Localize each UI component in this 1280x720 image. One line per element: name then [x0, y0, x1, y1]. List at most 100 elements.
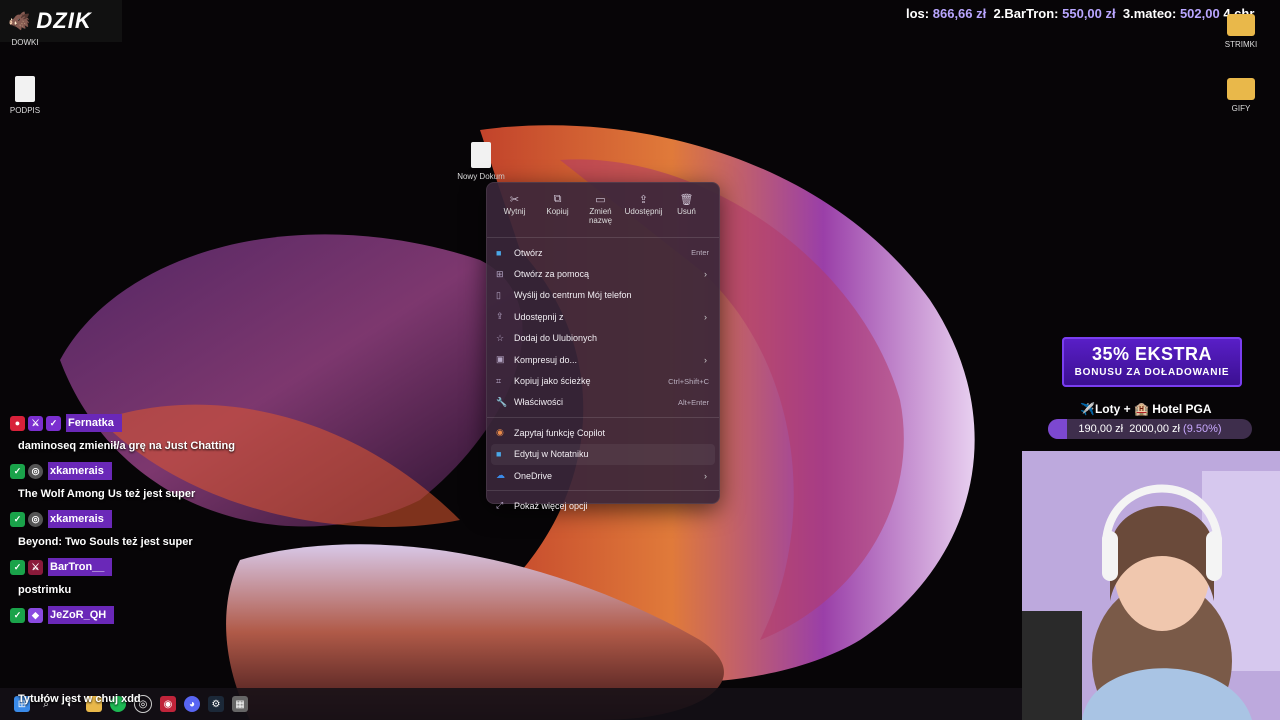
- chat-username[interactable]: xkamerais: [48, 510, 112, 528]
- cloud-icon: ☁: [496, 470, 505, 481]
- menu-item-add-favorites[interactable]: ☆ Dodaj do Ulubionych: [487, 328, 719, 349]
- menu-shortcut: Ctrl+Shift+C: [668, 376, 709, 386]
- check-badge-icon: ✓: [10, 511, 25, 527]
- chat-user-row: ✓ ⚔ BarTron__: [0, 556, 300, 578]
- context-menu: ✂ Wytnij ⧉ Kopiuj ▭ Zmień nazwę ⇪ Udostępnij…: [486, 182, 720, 511]
- menu-item-edit-notepad[interactable]: ■ Edytuj w Notatniku: [491, 443, 715, 465]
- context-menu-actions: ✂ Wytnij ⧉ Kopiuj ▭ Zmień nazwę ⇪ Udostępnij…: [487, 183, 719, 233]
- chat-user-row: ✓ ◎ xkamerais: [0, 508, 300, 530]
- copy-icon: ⧉: [553, 193, 562, 205]
- action-label: Wytnij: [503, 207, 526, 216]
- copilot-icon: ◉: [496, 427, 504, 438]
- share-icon: ⇪: [496, 311, 504, 322]
- menu-item-properties[interactable]: 🔧 Właściwości Alt+Enter: [487, 392, 719, 413]
- recorder-icon[interactable]: ◉: [160, 696, 176, 712]
- notepad-icon: ■: [496, 247, 502, 258]
- streamer-silhouette: [1022, 451, 1280, 720]
- boar-icon: 🐗: [8, 10, 31, 31]
- rename-button[interactable]: ▭ Zmień nazwę: [579, 189, 622, 233]
- rename-icon: ▭: [595, 194, 606, 206]
- document-icon: [471, 142, 491, 168]
- chat-username[interactable]: Fernatka: [66, 414, 122, 432]
- menu-item-label: OneDrive: [514, 470, 553, 481]
- check-badge-icon: ✓: [46, 415, 61, 431]
- menu-item-copilot[interactable]: ◉ Zapytaj funkcję Copilot: [487, 422, 719, 443]
- menu-item-send-to-phone[interactable]: ▯ Wyślij do centrum Mój telefon: [487, 285, 719, 306]
- phone-icon: ▯: [496, 289, 501, 300]
- chevron-right-icon: ›: [704, 470, 707, 481]
- menu-item-label: Pokaż więcej opcji: [514, 500, 588, 511]
- check-badge-icon: ✓: [10, 607, 25, 623]
- channel-logo: 🐗 DZIK: [0, 0, 122, 42]
- game-icon[interactable]: ▦: [232, 696, 248, 712]
- folder-icon: [1227, 14, 1255, 36]
- menu-item-share-with[interactable]: ⇪ Udostępnij z ›: [487, 306, 719, 327]
- menu-item-label: Wyślij do centrum Mój telefon: [514, 290, 632, 301]
- menu-item-onedrive[interactable]: ☁ OneDrive ›: [487, 465, 719, 486]
- menu-item-open[interactable]: ■ Otwórz Enter: [487, 242, 719, 263]
- check-badge-icon: ✓: [10, 559, 25, 575]
- delete-button[interactable]: 🗑 Usuń: [665, 189, 708, 233]
- cut-button[interactable]: ✂ Wytnij: [493, 189, 536, 233]
- action-label: Kopiuj: [546, 207, 569, 216]
- zip-icon: ▣: [496, 354, 505, 365]
- menu-item-copy-path[interactable]: ⌗ Kopiuj jako ścieżkę Ctrl+Shift+C: [487, 370, 719, 391]
- wrench-icon: 🔧: [496, 396, 508, 407]
- action-label: Zmień nazwę: [588, 207, 613, 225]
- notepad-icon: ■: [496, 449, 502, 460]
- menu-item-label: Edytuj w Notatniku: [514, 449, 589, 460]
- trash-icon: 🗑: [679, 194, 694, 206]
- desktop-icon-dowki[interactable]: DOWKI: [0, 38, 55, 47]
- goal-title: ✈️Loty + 🏨 Hotel PGA: [1080, 402, 1212, 416]
- desktop-icon-gify[interactable]: GIFY: [1211, 78, 1271, 113]
- chevron-right-icon: ›: [704, 354, 707, 365]
- ticker-amount: 550,00 zł: [1062, 6, 1116, 21]
- promo-subline: BONUSU ZA DOŁADOWANIE: [1074, 367, 1230, 378]
- avatar-badge-icon: ◎: [28, 511, 43, 527]
- menu-item-label: Udostępnij z: [514, 311, 564, 322]
- goal-current: 190,00 zł: [1078, 423, 1124, 435]
- logo-text: DZIK: [36, 8, 92, 33]
- goal-progress-bar: 190,00 zł 2000,00 zł (9.50%): [1048, 419, 1252, 439]
- menu-item-label: Otwórz za pomocą: [514, 269, 590, 280]
- chat-username[interactable]: BarTron__: [48, 558, 113, 576]
- share-button[interactable]: ⇪ Udostępnij: [622, 189, 665, 233]
- chevron-right-icon: ›: [704, 269, 707, 280]
- diamond-badge-icon: ◆: [28, 607, 43, 623]
- menu-item-label: Kopiuj jako ścieżkę: [514, 376, 591, 387]
- goal-target: 2000,00 zł: [1129, 423, 1180, 435]
- camera-badge-icon: ●: [10, 415, 25, 431]
- chat-username[interactable]: xkamerais: [48, 462, 112, 480]
- chat-username[interactable]: JeZoR_QH: [48, 606, 115, 624]
- ticker-amount: 866,66 zł: [932, 6, 987, 21]
- desktop-icon-label: STRIMKI: [1224, 40, 1258, 49]
- check-badge-icon: ✓: [10, 463, 25, 479]
- discord-icon[interactable]: ◕: [184, 696, 200, 712]
- scissors-icon: ✂: [509, 194, 520, 206]
- desktop-icon-label: DOWKI: [11, 38, 39, 47]
- desktop-icon-podpis[interactable]: PODPIS: [0, 76, 55, 115]
- steam-icon[interactable]: ⚙: [208, 696, 224, 712]
- menu-divider: [487, 490, 719, 492]
- stream-chat: ● ⚔ ✓ Fernatka daminoseq zmienił/a grę n…: [0, 408, 300, 626]
- menu-item-open-with[interactable]: ⊞ Otwórz za pomocą ›: [487, 263, 719, 284]
- promo-headline: 35% EKSTRA: [1091, 344, 1213, 364]
- avatar-badge-icon: ◎: [28, 463, 43, 479]
- menu-item-label: Otwórz: [514, 247, 543, 258]
- copy-button[interactable]: ⧉ Kopiuj: [536, 189, 579, 233]
- action-label: Usuń: [677, 207, 696, 216]
- star-icon: ☆: [496, 332, 505, 343]
- desktop-icon-label: GIFY: [1231, 104, 1251, 113]
- goal-percent: (9.50%): [1183, 423, 1222, 435]
- goal-progress-text: 190,00 zł 2000,00 zł (9.50%): [1048, 419, 1252, 439]
- chevron-right-icon: ›: [704, 311, 707, 322]
- desktop-icon-new-document[interactable]: Nowy Dokum: [451, 142, 511, 181]
- desktop-icon-strimki[interactable]: STRIMKI: [1211, 14, 1271, 49]
- chat-message: Tytułów jest w chuj xdd: [18, 693, 141, 705]
- menu-item-compress[interactable]: ▣ Kompresuj do... ›: [487, 349, 719, 370]
- menu-divider: [487, 237, 719, 238]
- menu-item-more-options[interactable]: ⤢ Pokaż więcej opcji: [487, 495, 719, 516]
- folder-icon: [1227, 78, 1255, 100]
- promo-banner[interactable]: 35% EKSTRA BONUSU ZA DOŁADOWANIE: [1062, 337, 1242, 387]
- chat-user-row: ● ⚔ ✓ Fernatka: [0, 412, 300, 434]
